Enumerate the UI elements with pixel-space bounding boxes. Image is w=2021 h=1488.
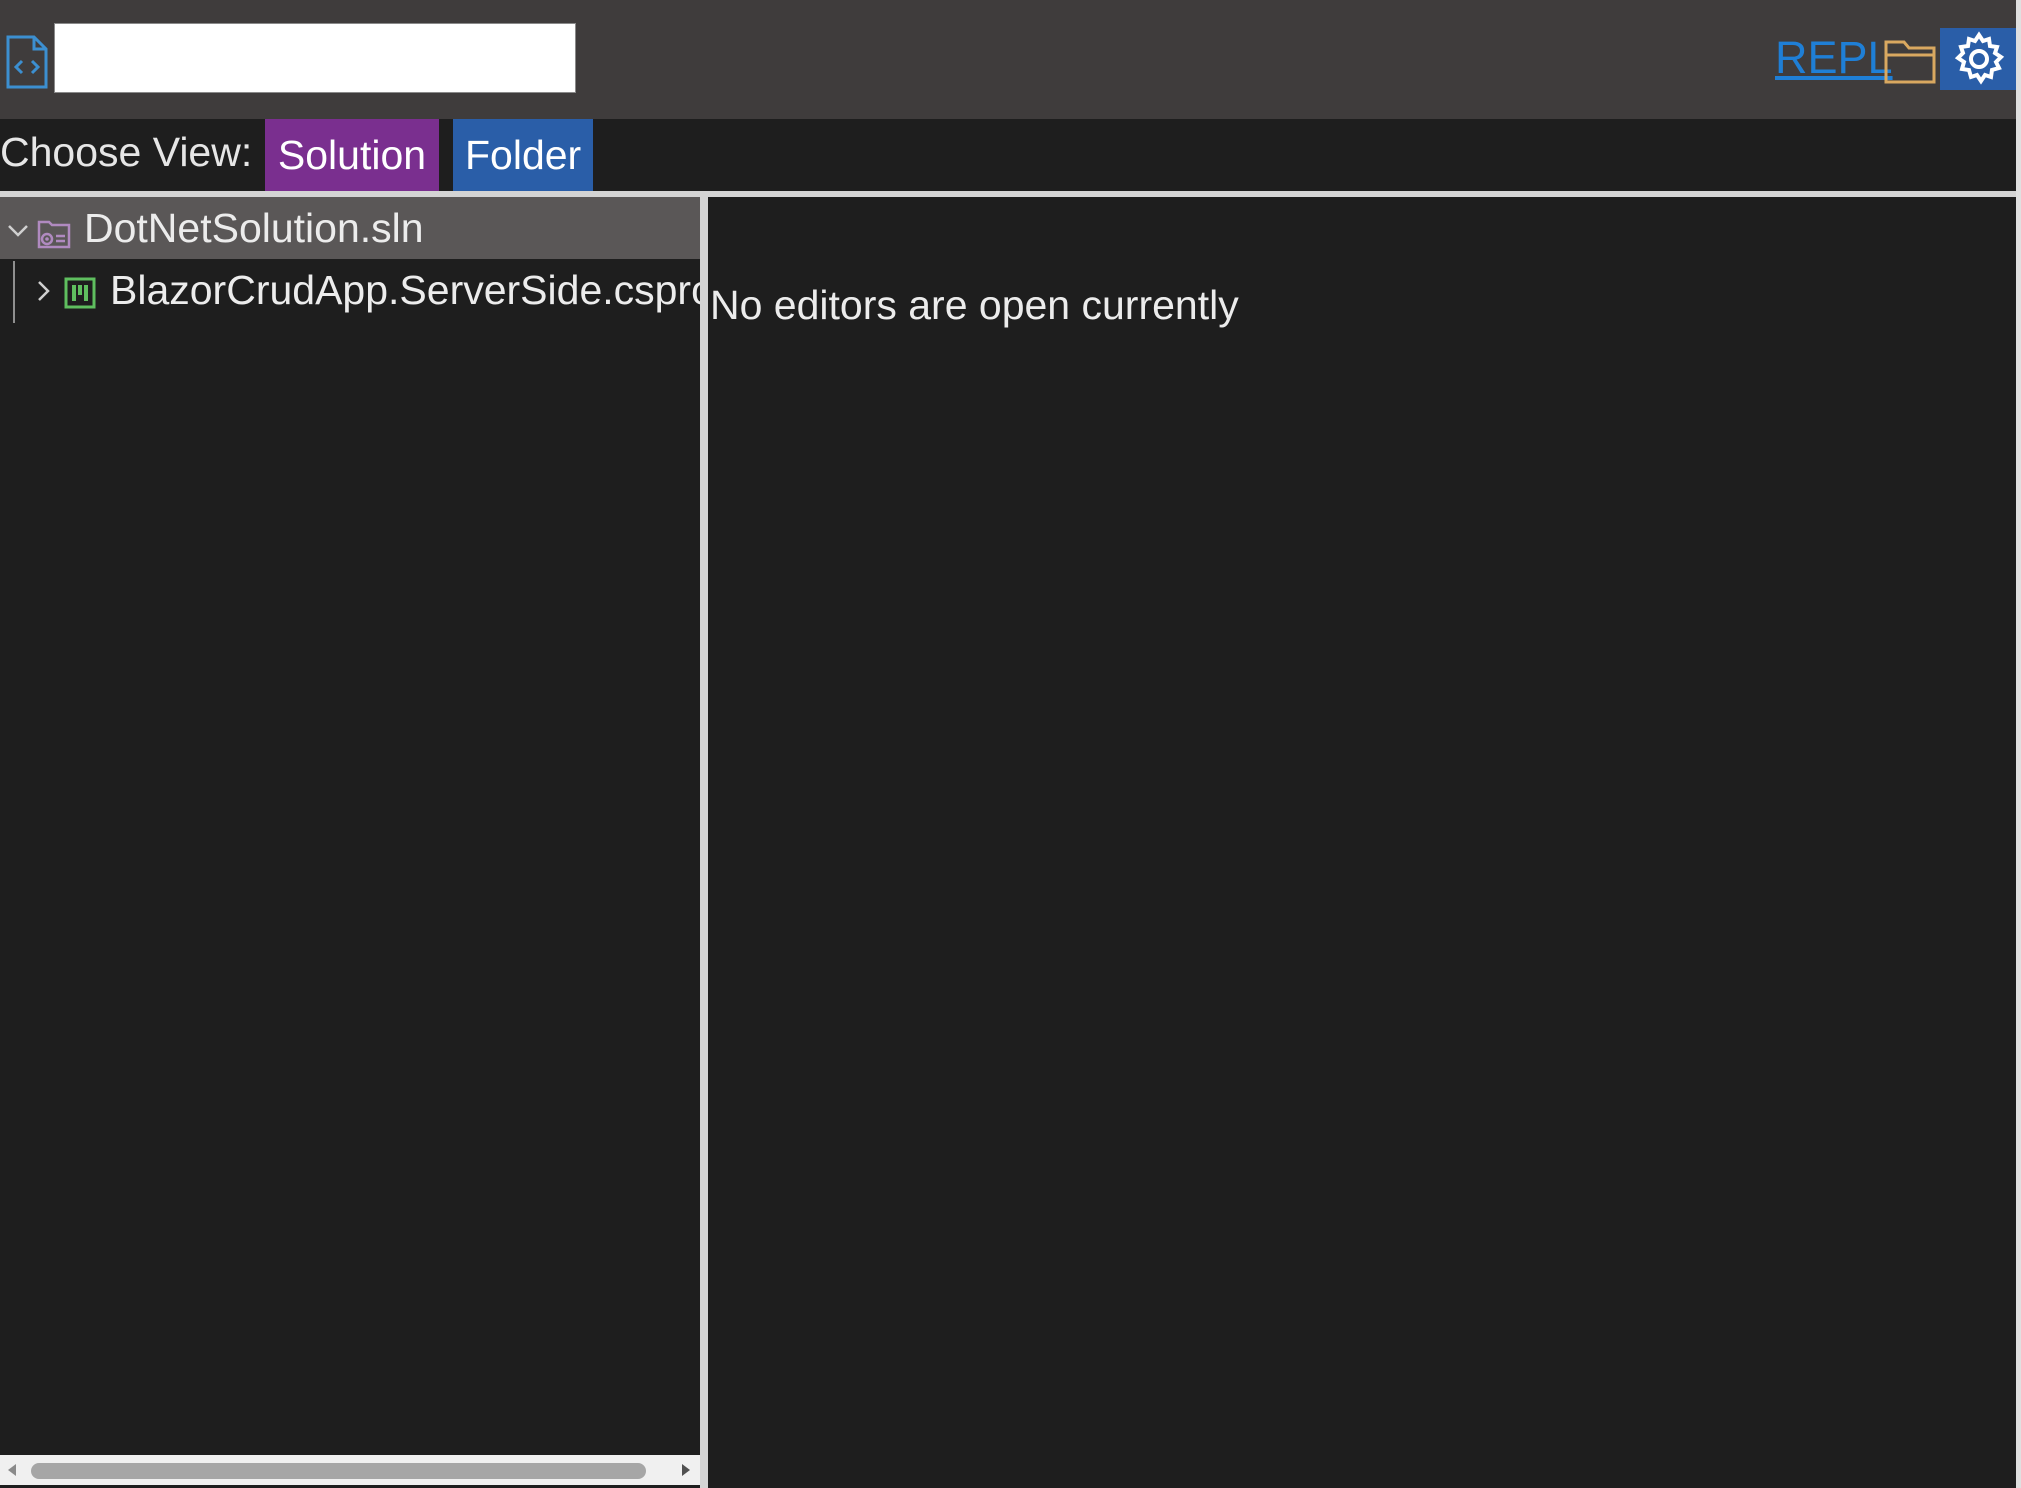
horizontal-scrollbar[interactable] xyxy=(0,1455,700,1485)
gear-icon xyxy=(1954,31,2005,85)
folder-view-button[interactable]: Folder xyxy=(453,119,593,191)
tree-item-label: BlazorCrudApp.ServerSide.csproj xyxy=(110,267,700,313)
view-chooser: Choose View: Solution Folder xyxy=(0,119,2021,191)
solution-icon xyxy=(36,216,72,250)
tree-item-project[interactable]: BlazorCrudApp.ServerSide.csproj xyxy=(0,259,700,321)
chevron-right-icon[interactable] xyxy=(32,279,56,303)
empty-editor-message: No editors are open currently xyxy=(710,282,1239,328)
open-folder-button[interactable] xyxy=(1884,34,1938,86)
chevron-down-icon[interactable] xyxy=(6,219,30,243)
solution-explorer: DotNetSolution.sln BlazorCrudApp.ServerS… xyxy=(0,197,700,1488)
window-border xyxy=(2016,0,2021,1488)
repl-link[interactable]: REPL xyxy=(1775,30,1893,86)
vertical-resize-handle[interactable] xyxy=(700,197,708,1488)
scroll-left-arrow-icon[interactable] xyxy=(4,1462,20,1483)
tree-item-label: DotNetSolution.sln xyxy=(84,205,424,251)
solution-view-button[interactable]: Solution xyxy=(265,119,439,191)
csharp-project-icon xyxy=(64,277,96,309)
search-input[interactable] xyxy=(54,23,576,93)
folder-icon xyxy=(1884,40,1936,84)
top-bar: REPL xyxy=(0,0,2021,119)
settings-button[interactable] xyxy=(1940,28,2018,90)
scrollbar-thumb[interactable] xyxy=(31,1463,646,1479)
editor-area: No editors are open currently xyxy=(708,197,2016,1488)
code-file-icon[interactable] xyxy=(4,34,50,90)
scroll-right-arrow-icon[interactable] xyxy=(678,1462,694,1483)
tree-item-solution[interactable]: DotNetSolution.sln xyxy=(0,197,700,259)
view-chooser-label: Choose View: xyxy=(0,129,253,175)
